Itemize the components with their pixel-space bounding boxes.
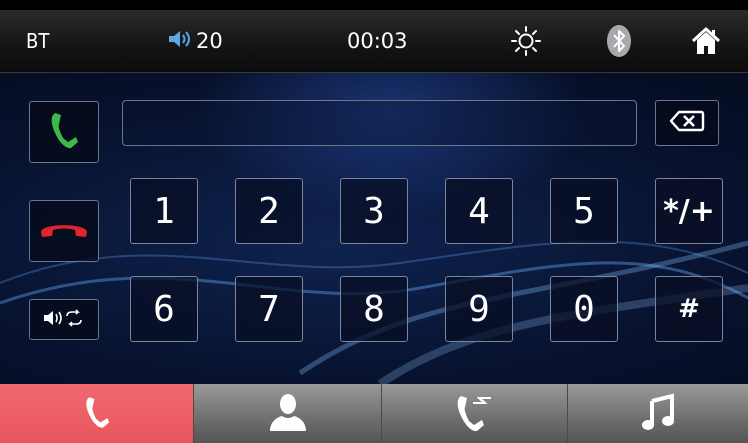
tab-contacts[interactable] bbox=[193, 384, 381, 443]
phone-icon bbox=[84, 394, 110, 434]
key-9[interactable]: 9 bbox=[445, 276, 513, 342]
hang-up-button[interactable] bbox=[29, 200, 99, 262]
key-7[interactable]: 7 bbox=[235, 276, 303, 342]
key-6[interactable]: 6 bbox=[130, 276, 198, 342]
call-icon bbox=[49, 110, 79, 154]
hang-up-icon bbox=[39, 218, 89, 244]
tab-phone[interactable] bbox=[0, 384, 193, 443]
bottom-tab-bar bbox=[0, 384, 748, 443]
audio-switch-button[interactable] bbox=[29, 299, 99, 340]
home-icon[interactable] bbox=[690, 10, 722, 72]
key-4[interactable]: 4 bbox=[445, 178, 513, 244]
speaker-icon bbox=[167, 29, 193, 54]
audio-switch-icon bbox=[43, 308, 85, 331]
tab-music[interactable] bbox=[567, 384, 748, 443]
call-log-icon bbox=[455, 393, 495, 435]
volume-level: 20 bbox=[196, 29, 223, 53]
contacts-icon bbox=[268, 393, 308, 435]
key-5[interactable]: 5 bbox=[550, 178, 618, 244]
bluetooth-phone-screen: BT 20 00:03 1 2 3 4 5 */+ 6 7 8 9 0 # bbox=[0, 0, 748, 443]
key-1[interactable]: 1 bbox=[130, 178, 198, 244]
dialer-panel: 1 2 3 4 5 */+ 6 7 8 9 0 # bbox=[0, 73, 748, 384]
call-timer: 00:03 bbox=[347, 29, 408, 53]
key-star-plus[interactable]: */+ bbox=[655, 178, 723, 244]
dialed-number-field[interactable] bbox=[122, 100, 637, 146]
call-button[interactable] bbox=[29, 101, 99, 163]
key-3[interactable]: 3 bbox=[340, 178, 408, 244]
backspace-icon bbox=[669, 110, 705, 136]
volume-indicator[interactable]: 20 bbox=[167, 10, 223, 72]
music-icon bbox=[641, 392, 675, 435]
tab-call-log[interactable] bbox=[381, 384, 567, 443]
key-0[interactable]: 0 bbox=[550, 276, 618, 342]
brightness-icon[interactable] bbox=[510, 10, 542, 72]
status-bar: BT 20 00:03 bbox=[0, 10, 748, 73]
bluetooth-icon[interactable] bbox=[605, 10, 633, 72]
key-2[interactable]: 2 bbox=[235, 178, 303, 244]
key-8[interactable]: 8 bbox=[340, 276, 408, 342]
backspace-button[interactable] bbox=[655, 100, 719, 146]
key-hash[interactable]: # bbox=[655, 276, 723, 342]
source-label: BT bbox=[26, 29, 50, 53]
